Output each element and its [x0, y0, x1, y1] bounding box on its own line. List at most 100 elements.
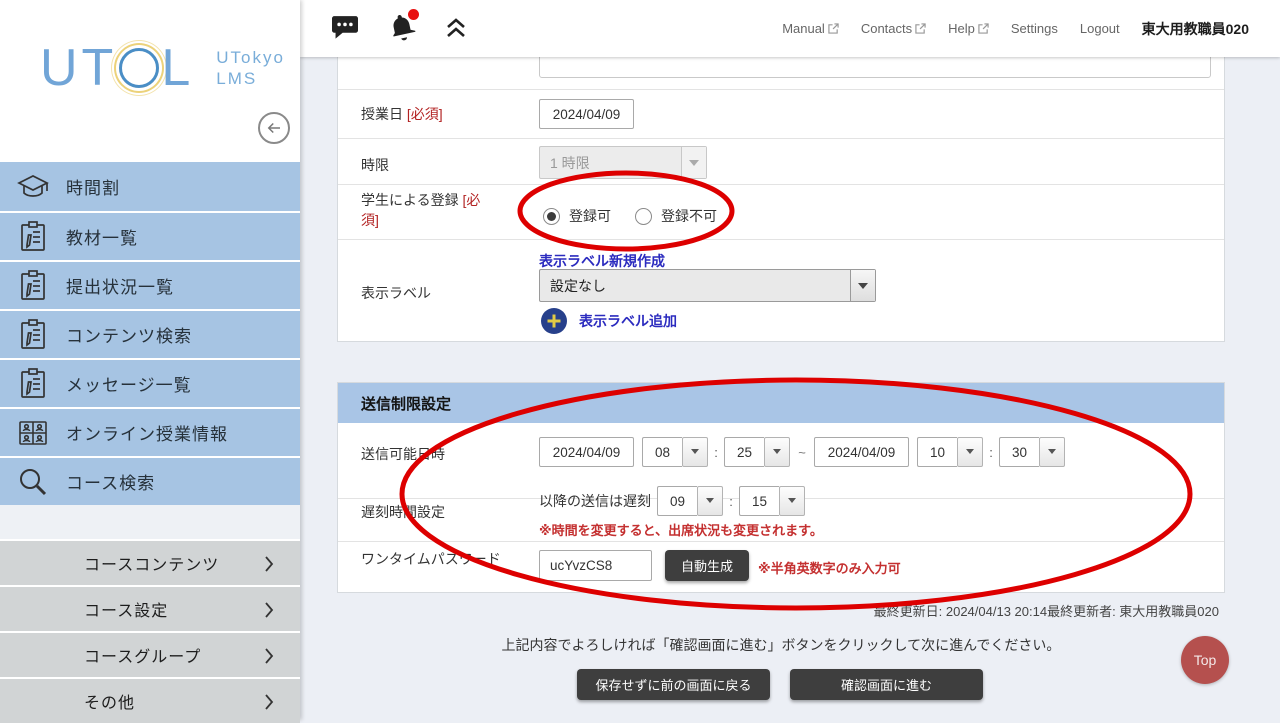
class-date-label: 授業日 [必須]	[361, 104, 443, 124]
settings-link[interactable]: Settings	[1011, 21, 1058, 36]
back-arrow-icon	[265, 119, 283, 137]
logo-subtitle: UTokyo LMS	[216, 47, 285, 90]
spinner-arrow-icon[interactable]	[764, 437, 790, 467]
late-time-prefix: 以降の送信は遅刻	[539, 491, 651, 511]
sidebar-item-timetable[interactable]: 時間割	[0, 162, 300, 211]
late-minute-input[interactable]	[739, 486, 779, 516]
dropdown-arrow-icon	[681, 147, 706, 178]
logo-letters: UT	[40, 42, 117, 94]
external-link-icon	[978, 23, 989, 34]
radio-deny[interactable]	[635, 208, 652, 225]
period-select[interactable]: 1 時限	[539, 146, 707, 179]
dropdown-arrow-icon	[850, 270, 875, 301]
help-link[interactable]: Help	[948, 21, 989, 36]
chevron-right-icon	[264, 648, 274, 664]
chevron-right-icon	[264, 556, 274, 572]
clipboard-icon	[0, 319, 66, 351]
otp-note: ※半角英数字のみ入力可	[758, 558, 901, 577]
start-minute-input[interactable]	[724, 437, 764, 467]
notification-bell-icon[interactable]	[386, 12, 418, 49]
late-minute-spinner	[739, 486, 805, 516]
sidebar-item-course-contents[interactable]: コースコンテンツ	[0, 539, 300, 585]
sidebar-item-messages[interactable]: メッセージ一覧	[0, 358, 300, 407]
start-date-input[interactable]	[539, 437, 634, 467]
otp-input[interactable]	[539, 550, 652, 581]
external-link-icon	[828, 23, 839, 34]
radio-deny-label: 登録不可	[661, 206, 717, 226]
send-restriction-card: 送信制限設定 送信可能日時 : ~ :	[337, 382, 1225, 593]
otp-generate-button[interactable]: 自動生成	[665, 550, 749, 581]
sidebar-item-others[interactable]: その他	[0, 677, 300, 723]
scroll-top-button[interactable]: Top	[1181, 636, 1229, 684]
spinner-arrow-icon[interactable]	[682, 437, 708, 467]
sidebar-item-online-class[interactable]: オンライン授業情報	[0, 407, 300, 456]
notification-dot	[408, 9, 419, 20]
logo-letters: L	[161, 42, 194, 94]
sidebar-item-course-search[interactable]: コース検索	[0, 456, 300, 505]
start-minute-spinner	[724, 437, 790, 467]
topbar: Manual Contacts Help Settings Logout 東大用…	[300, 0, 1280, 57]
create-display-label-link[interactable]: 表示ラベル新規作成	[539, 251, 665, 271]
late-hour-input[interactable]	[657, 486, 697, 516]
sidebar-item-materials[interactable]: 教材一覧	[0, 211, 300, 260]
start-hour-input[interactable]	[642, 437, 682, 467]
chevron-right-icon	[264, 602, 274, 618]
sidebar-item-content-search[interactable]: コンテンツ検索	[0, 309, 300, 358]
end-hour-input[interactable]	[917, 437, 957, 467]
late-time-warning: ※時間を変更すると、出席状況も変更されます。	[539, 520, 823, 539]
spinner-arrow-icon[interactable]	[1039, 437, 1065, 467]
last-updated-text: 最終更新日: 2024/04/13 20:14最終更新者: 東大用教職員020	[874, 601, 1219, 620]
sidebar-primary-menu: 時間割 教材一覧 提出状況一覧	[0, 162, 300, 505]
add-display-label-link[interactable]: 表示ラベル追加	[579, 311, 677, 331]
send-restriction-title: 送信制限設定	[338, 383, 1224, 423]
clipboard-icon	[0, 368, 66, 400]
end-minute-spinner	[999, 437, 1065, 467]
otp-label: ワンタイムパスワード	[361, 549, 516, 569]
sidebar-collapse-button[interactable]	[258, 112, 290, 144]
sidebar-item-course-settings[interactable]: コース設定	[0, 585, 300, 631]
sidebar-item-course-group[interactable]: コースグループ	[0, 631, 300, 677]
late-time-label: 遅刻時間設定	[361, 502, 445, 522]
display-label-select[interactable]: 設定なし	[539, 269, 876, 302]
spinner-arrow-icon[interactable]	[779, 486, 805, 516]
external-link-icon	[915, 23, 926, 34]
logo-o-ring-icon	[119, 48, 159, 88]
message-icon[interactable]	[330, 15, 360, 46]
basic-settings-card: 授業日 [必須] 時限 1 時限 学生による登録 [必須] 登録可 登録不可	[337, 57, 1225, 342]
plus-icon[interactable]	[541, 308, 567, 334]
end-hour-spinner	[917, 437, 983, 467]
send-period-controls: : ~ :	[539, 437, 1065, 467]
late-time-controls: 以降の送信は遅刻 :	[539, 486, 805, 516]
sidebar-item-submission-status[interactable]: 提出状況一覧	[0, 260, 300, 309]
username: 東大用教職員020	[1142, 19, 1249, 39]
sidebar-spacer	[0, 505, 300, 539]
spinner-arrow-icon[interactable]	[957, 437, 983, 467]
radio-allow[interactable]	[543, 208, 560, 225]
student-registration-options: 登録可 登録不可	[543, 206, 741, 226]
collapse-up-icon[interactable]	[444, 16, 468, 45]
end-date-input[interactable]	[814, 437, 909, 467]
proceed-button[interactable]: 確認画面に進む	[790, 669, 983, 700]
online-class-icon	[0, 419, 66, 447]
truncated-top-input[interactable]	[539, 57, 1211, 78]
chevron-right-icon	[264, 694, 274, 710]
instruction-text: 上記内容でよろしければ「確認画面に進む」ボタンをクリックして次に進んでください。	[337, 635, 1225, 655]
back-button[interactable]: 保存せずに前の画面に戻る	[577, 669, 770, 700]
manual-link[interactable]: Manual	[782, 21, 839, 36]
student-registration-label: 学生による登録 [必須]	[361, 190, 493, 231]
graduation-cap-icon	[0, 172, 66, 202]
add-display-label-row: 表示ラベル追加	[541, 308, 677, 334]
sidebar: UT L UTokyo LMS 時間割	[0, 0, 300, 720]
logo-area: UT L UTokyo LMS	[0, 0, 300, 162]
logout-link[interactable]: Logout	[1080, 21, 1120, 36]
end-minute-input[interactable]	[999, 437, 1039, 467]
class-date-input[interactable]	[539, 99, 634, 129]
spinner-arrow-icon[interactable]	[697, 486, 723, 516]
content-area: 授業日 [必須] 時限 1 時限 学生による登録 [必須] 登録可 登録不可	[300, 57, 1280, 720]
clipboard-icon	[0, 221, 66, 253]
main-area: Manual Contacts Help Settings Logout 東大用…	[300, 0, 1280, 720]
sidebar-secondary-menu: コースコンテンツ コース設定 コースグループ その他	[0, 539, 300, 723]
send-period-label: 送信可能日時	[361, 444, 445, 464]
contacts-link[interactable]: Contacts	[861, 21, 926, 36]
display-label-label: 表示ラベル	[361, 283, 431, 303]
